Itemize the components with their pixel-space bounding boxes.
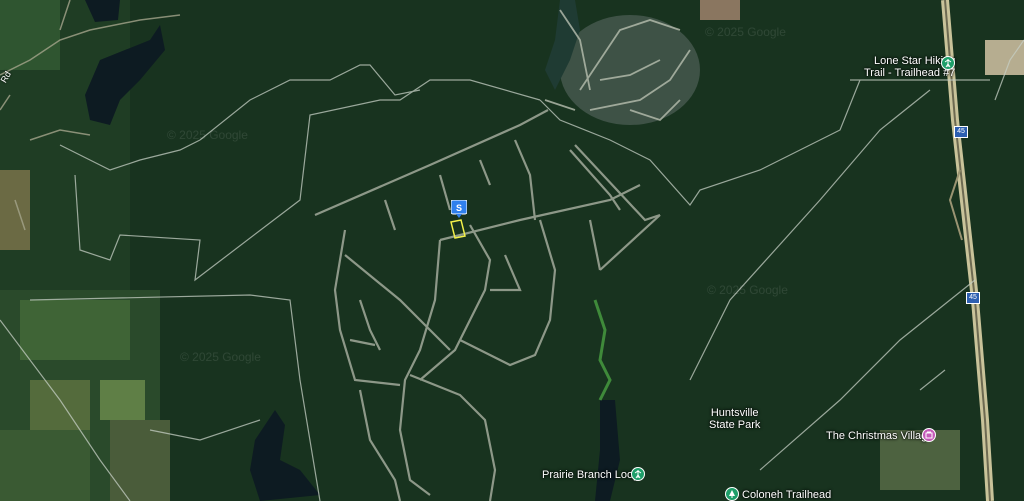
map-watermark: © 2025 Google — [705, 25, 786, 39]
interstate-shield-icon: 45 — [966, 292, 980, 304]
svg-text:S: S — [456, 203, 462, 213]
map-watermark: © 2025 Google — [707, 283, 788, 297]
selected-location-pin[interactable]: S — [450, 199, 468, 218]
map-watermark: © 2025 Google — [167, 128, 248, 142]
interstate-shield-icon: 45 — [954, 126, 968, 138]
hiking-icon[interactable] — [631, 467, 645, 481]
shopping-icon[interactable] — [922, 428, 936, 442]
place-label-prairie[interactable]: Prairie Branch Loop — [542, 469, 639, 481]
hiking-icon[interactable] — [941, 56, 955, 70]
map-watermark: © 2025 Google — [180, 350, 261, 364]
place-label-line: Huntsville — [710, 407, 759, 419]
park-icon[interactable] — [725, 487, 739, 501]
satellite-map[interactable]: © 2025 Google © 2025 Google © 2025 Googl… — [0, 0, 1024, 501]
place-label-line: State Park — [709, 419, 761, 431]
place-label-christmas[interactable]: The Christmas Village — [826, 430, 933, 442]
place-label-huntsville[interactable]: Huntsville State Park — [709, 407, 760, 431]
map-pin-icon: S — [450, 199, 468, 218]
place-label-coloneh[interactable]: Coloneh Trailhead — [742, 489, 831, 501]
